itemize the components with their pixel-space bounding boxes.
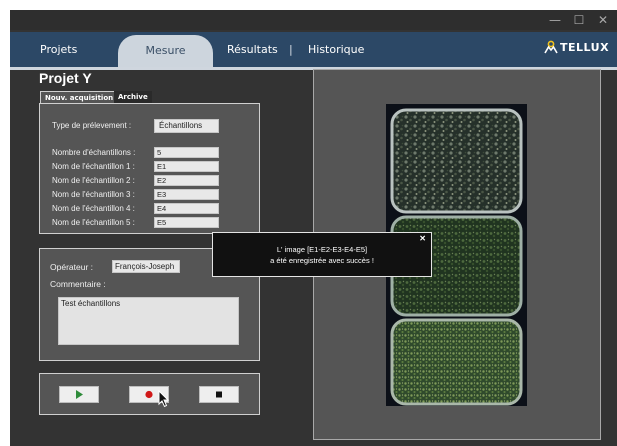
- brand-name: TELLUX: [560, 41, 610, 54]
- notification-close-icon[interactable]: ✕: [419, 234, 426, 243]
- acquisition-panel: Type de prélevement : Échantillons Nombr…: [39, 103, 260, 234]
- stop-button[interactable]: [199, 386, 239, 403]
- tab-resultats[interactable]: Résultats: [227, 32, 278, 67]
- main-nav: Projets Mesure Résultats | Historique TE…: [10, 32, 617, 70]
- sample-type-select[interactable]: Échantillons: [154, 119, 219, 133]
- notification-line-1: L' image [E1-E2-E3-E4-E5]: [276, 245, 368, 254]
- nav-separator: |: [289, 43, 293, 56]
- brand-logo: TELLUX: [544, 38, 609, 58]
- sample-count-label: Nombre d'échantillons :: [52, 148, 136, 157]
- minimize-button[interactable]: —: [543, 10, 567, 30]
- close-window-button[interactable]: ✕: [591, 10, 615, 30]
- tab-mesure[interactable]: Mesure: [118, 35, 213, 67]
- comment-label: Commentaire :: [50, 279, 106, 289]
- tellux-logo-icon: [544, 40, 558, 54]
- operator-label: Opérateur :: [50, 262, 93, 272]
- control-panel: [39, 373, 260, 415]
- mouse-cursor-icon: [158, 390, 170, 408]
- success-notification: ✕ L' image [E1-E2-E3-E4-E5] a été enregi…: [212, 232, 432, 277]
- sample-3-input[interactable]: E3: [154, 189, 219, 200]
- title-bar: — ☐ ✕: [10, 10, 617, 30]
- project-title: Projet Y: [39, 70, 92, 86]
- stop-icon: [216, 391, 222, 398]
- sample-1-label: Nom de l'échantillon 1 :: [52, 162, 135, 171]
- sample-4-input[interactable]: E4: [154, 203, 219, 214]
- tab-projets[interactable]: Projets: [40, 32, 77, 67]
- notification-line-2: a été enregistrée avec succès !: [270, 256, 374, 265]
- sample-3-label: Nom de l'échantillon 3 :: [52, 190, 135, 199]
- sample-type-label: Type de prélevement :: [52, 121, 132, 130]
- operator-input[interactable]: François-Joseph: [112, 260, 180, 273]
- sample-2-input[interactable]: E2: [154, 175, 219, 186]
- maximize-button[interactable]: ☐: [567, 10, 591, 30]
- sample-2-label: Nom de l'échantillon 2 :: [52, 176, 135, 185]
- sample-5-label: Nom de l'échantillon 5 :: [52, 218, 135, 227]
- comment-textarea[interactable]: Test échantillons: [58, 297, 239, 345]
- sample-5-input[interactable]: E5: [154, 217, 219, 228]
- play-button[interactable]: [59, 386, 99, 403]
- tab-historique[interactable]: Historique: [308, 32, 364, 67]
- sample-4-label: Nom de l'échantillon 4 :: [52, 204, 135, 213]
- subtab-archive[interactable]: Archive: [114, 91, 152, 103]
- sample-count-input[interactable]: 5: [154, 147, 219, 158]
- sample-1-input[interactable]: E1: [154, 161, 219, 172]
- app-window: — ☐ ✕ Projets Mesure Résultats | Histori…: [10, 10, 617, 446]
- play-icon: [76, 390, 83, 399]
